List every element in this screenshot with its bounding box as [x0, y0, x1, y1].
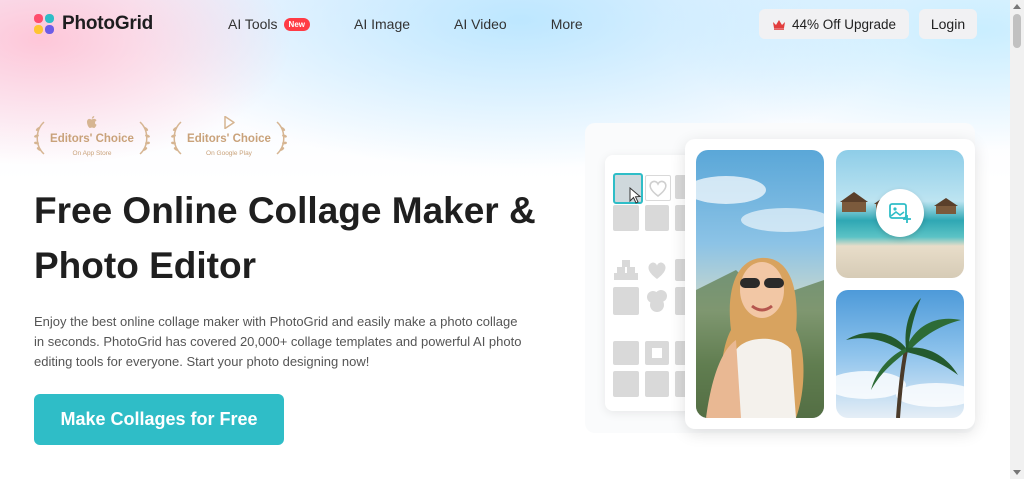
- photogrid-logo-icon: [34, 14, 54, 34]
- scroll-up-arrow-icon[interactable]: [1013, 4, 1021, 9]
- selfie-photo[interactable]: [696, 150, 824, 418]
- title-line-1: Free Online Collage Maker &: [34, 190, 536, 231]
- palm-tree-photo[interactable]: [836, 290, 964, 418]
- template-item[interactable]: [613, 287, 639, 315]
- award-subtitle: On Google Play: [206, 150, 252, 157]
- add-image-icon: [889, 203, 911, 223]
- logo-text: PhotoGrid: [62, 13, 154, 34]
- nav-label: AI Image: [354, 16, 411, 32]
- nav-more[interactable]: More: [551, 16, 583, 32]
- main-nav: AI Tools New AI Image AI Video More: [228, 16, 627, 32]
- login-button[interactable]: Login: [919, 9, 977, 39]
- template-heart[interactable]: [645, 175, 671, 201]
- hero-description: Enjoy the best online collage maker with…: [34, 314, 522, 369]
- nav-label: AI Video: [454, 16, 507, 32]
- template-item[interactable]: [613, 341, 639, 365]
- template-panel: [605, 155, 695, 411]
- cursor-icon: [629, 186, 643, 210]
- template-item[interactable]: [645, 205, 669, 231]
- apple-icon: [32, 116, 152, 134]
- heart-icon: [648, 262, 666, 279]
- award-app-store: Editors' Choice On App Store: [32, 116, 152, 160]
- page-scrollbar[interactable]: [1010, 0, 1024, 479]
- title-line-2: Photo Editor: [34, 245, 256, 286]
- award-subtitle: On App Store: [72, 150, 112, 157]
- nav-label: More: [550, 16, 583, 32]
- nav-label: AI Tools: [228, 16, 278, 32]
- upgrade-label: 44% Off Upgrade: [791, 16, 897, 32]
- award-title: Editors' Choice: [50, 133, 134, 145]
- nav-ai-tools[interactable]: AI Tools New: [228, 16, 310, 32]
- upgrade-button[interactable]: 44% Off Upgrade: [759, 9, 909, 39]
- nav-ai-image[interactable]: AI Image: [354, 16, 410, 32]
- scroll-down-arrow-icon[interactable]: [1013, 470, 1021, 475]
- nav-ai-video[interactable]: AI Video: [454, 16, 507, 32]
- crown-icon: [772, 19, 786, 30]
- logo[interactable]: PhotoGrid: [34, 13, 153, 35]
- award-google-play: Editors' Choice On Google Play: [169, 115, 289, 160]
- heart-icon: [649, 180, 667, 198]
- google-play-icon: [169, 115, 289, 134]
- template-blocks[interactable]: [613, 259, 639, 281]
- top-header: PhotoGrid AI Tools New AI Image AI Video…: [0, 0, 1010, 48]
- template-frame[interactable]: [645, 341, 669, 365]
- template-heart[interactable]: [645, 259, 669, 281]
- add-image-button[interactable]: [876, 189, 924, 237]
- template-item[interactable]: [613, 371, 639, 397]
- template-item[interactable]: [645, 371, 669, 397]
- new-badge: New: [283, 17, 310, 31]
- scrollbar-thumb[interactable]: [1013, 14, 1021, 48]
- page-title: Free Online Collage Maker & Photo Editor: [34, 183, 554, 293]
- make-collages-button[interactable]: Make Collages for Free: [34, 394, 284, 445]
- template-cloud[interactable]: [645, 287, 669, 315]
- award-title: Editors' Choice: [187, 133, 271, 145]
